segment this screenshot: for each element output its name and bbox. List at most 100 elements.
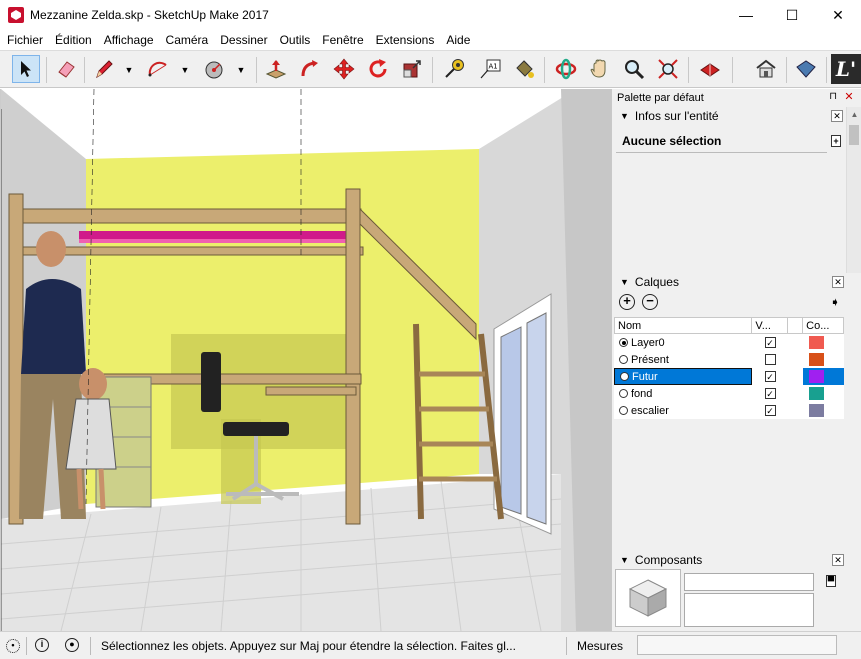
layer-color-cell [803, 368, 843, 385]
send-to-layout-icon[interactable] [792, 55, 820, 83]
menu-fichier[interactable]: Fichier [2, 33, 50, 47]
layer-visible-checkbox[interactable]: ✓ [764, 371, 776, 382]
warehouse-tool-icon[interactable] [696, 55, 724, 83]
tape-measure-tool-icon[interactable] [440, 55, 468, 83]
menu-affichage[interactable]: Affichage [99, 33, 161, 47]
follow-me-tool-icon[interactable] [296, 55, 324, 83]
eraser-tool-icon[interactable] [52, 55, 80, 83]
arc-dropdown-icon[interactable]: ▼ [180, 65, 190, 75]
paint-bucket-tool-icon[interactable] [510, 55, 538, 83]
measurements-input[interactable] [637, 635, 837, 655]
col-visible[interactable]: V... [752, 318, 789, 333]
orbit-tool-icon[interactable] [552, 55, 580, 83]
layer-name-cell[interactable]: Futur [614, 368, 752, 385]
layer-visible-checkbox[interactable]: ✓ [764, 388, 776, 399]
menu-fenetre[interactable]: Fenêtre [317, 33, 370, 47]
tray-close-button[interactable]: ✕ [843, 91, 855, 103]
col-name[interactable]: Nom [615, 318, 753, 333]
credits-icon[interactable]: i [35, 638, 49, 652]
tray-scrollbar[interactable]: ▲ [846, 107, 861, 275]
layer-color-swatch[interactable] [809, 387, 824, 400]
layer-color-swatch[interactable] [809, 336, 824, 349]
layer-name-cell[interactable]: escalier [614, 402, 752, 419]
col-sort-icon[interactable] [788, 318, 804, 333]
component-description-field[interactable] [684, 593, 814, 627]
pencil-tool-icon[interactable] [90, 55, 118, 83]
layer-color-swatch[interactable] [809, 353, 824, 366]
active-layer-radio[interactable] [619, 389, 628, 398]
shape-dropdown-icon[interactable]: ▼ [236, 65, 246, 75]
menu-extensions[interactable]: Extensions [371, 33, 442, 47]
layer-name: Layer0 [631, 336, 665, 349]
collapse-triangle-icon[interactable]: ▼ [620, 277, 629, 287]
zoom-extents-tool-icon[interactable] [654, 55, 682, 83]
geo-location-icon[interactable]: • [6, 638, 20, 653]
layer-name-cell[interactable]: Présent [614, 351, 752, 368]
component-details-toggle[interactable]: ▀ [826, 575, 836, 587]
move-tool-icon[interactable] [330, 55, 358, 83]
extension-warehouse-icon[interactable] [752, 55, 780, 83]
active-layer-radio[interactable] [620, 372, 629, 381]
layer-row[interactable]: escalier ✓ [614, 402, 844, 419]
measurements-label: Mesures [577, 639, 624, 653]
push-pull-tool-icon[interactable] [262, 55, 290, 83]
components-header[interactable]: ▼ Composants ✕ [612, 551, 861, 569]
menu-edition[interactable]: Édition [50, 33, 99, 47]
layers-toolbar: + − ➧ [612, 291, 861, 313]
layer-color-swatch[interactable] [809, 370, 824, 383]
layer-row[interactable]: fond ✓ [614, 385, 844, 402]
layout-logo-icon[interactable]: L' [831, 54, 861, 84]
scale-tool-icon[interactable] [398, 55, 426, 83]
components-body: ▀ [612, 569, 861, 631]
component-thumbnail[interactable] [615, 569, 681, 627]
active-layer-radio[interactable] [619, 338, 628, 347]
layer-visible-checkbox[interactable]: ✓ [764, 337, 776, 348]
menu-dessiner[interactable]: Dessiner [215, 33, 274, 47]
model-viewport[interactable] [0, 89, 611, 631]
scroll-up-arrow[interactable]: ▲ [847, 107, 861, 122]
layer-visible-checkbox[interactable] [764, 354, 776, 365]
select-tool-icon[interactable] [12, 55, 40, 83]
layer-row[interactable]: Layer0 ✓ [614, 334, 844, 351]
add-layer-button[interactable]: + [619, 294, 635, 310]
active-layer-radio[interactable] [619, 406, 628, 415]
zoom-tool-icon[interactable] [620, 55, 648, 83]
scroll-thumb[interactable] [849, 125, 859, 145]
col-color[interactable]: Co... [803, 318, 843, 333]
entity-expand-toggle[interactable]: + [831, 135, 841, 147]
pin-icon[interactable]: ⊓ [829, 91, 837, 102]
layer-row[interactable]: Futur ✓ [614, 368, 844, 385]
entity-info-header[interactable]: ▼ Infos sur l'entité ✕ [612, 107, 847, 125]
layers-header[interactable]: ▼ Calques ✕ [612, 273, 861, 291]
close-window-button[interactable]: ✕ [815, 0, 861, 30]
components-close-button[interactable]: ✕ [832, 554, 844, 566]
layer-row[interactable]: Présent [614, 351, 844, 368]
component-name-field[interactable] [684, 573, 814, 591]
arc-tool-icon[interactable] [144, 55, 172, 83]
menu-aide[interactable]: Aide [441, 33, 477, 47]
menu-outils[interactable]: Outils [275, 33, 318, 47]
layer-visible-checkbox[interactable]: ✓ [764, 405, 776, 416]
layer-visible-cell: ✓ [752, 368, 788, 385]
pan-tool-icon[interactable] [586, 55, 614, 83]
layer-name-cell[interactable]: fond [614, 385, 752, 402]
layer-name-cell[interactable]: Layer0 [614, 334, 752, 351]
text-tool-icon[interactable]: A1 [476, 55, 504, 83]
pencil-dropdown-icon[interactable]: ▼ [124, 65, 134, 75]
entity-info-close-button[interactable]: ✕ [831, 110, 843, 122]
menu-camera[interactable]: Caméra [161, 33, 216, 47]
maximize-button[interactable]: ☐ [769, 0, 815, 30]
components-panel: ▼ Composants ✕ ▀ [612, 551, 861, 631]
minimize-button[interactable]: — [723, 0, 769, 30]
active-layer-radio[interactable] [619, 355, 628, 364]
user-account-icon[interactable]: ● [65, 638, 79, 652]
layers-close-button[interactable]: ✕ [832, 276, 844, 288]
collapse-triangle-icon[interactable]: ▼ [620, 111, 629, 121]
layers-table: Nom V... Co... Layer0 ✓ Présent Futur ✓ fond ✓… [614, 317, 844, 419]
layer-details-arrow-icon[interactable]: ➧ [830, 295, 840, 309]
remove-layer-button[interactable]: − [642, 294, 658, 310]
layer-color-swatch[interactable] [809, 404, 824, 417]
collapse-triangle-icon[interactable]: ▼ [620, 555, 629, 565]
shape-tool-icon[interactable] [200, 55, 228, 83]
rotate-tool-icon[interactable] [364, 55, 392, 83]
